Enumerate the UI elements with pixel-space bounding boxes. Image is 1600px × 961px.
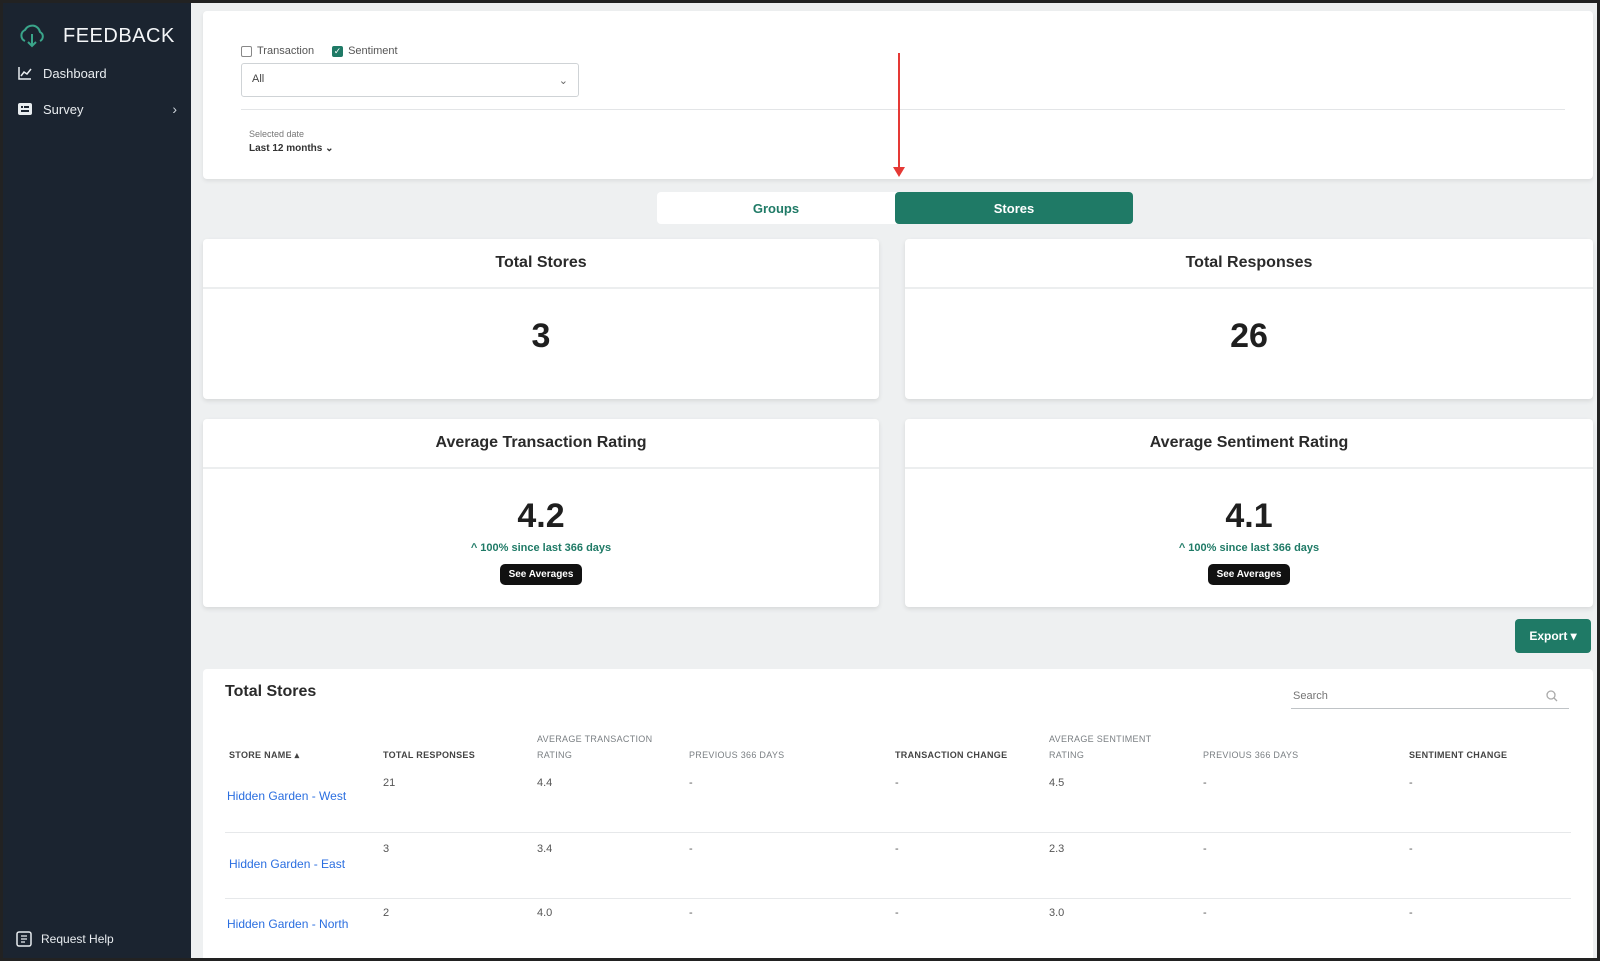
store-name-link[interactable]: Hidden Garden - East	[229, 857, 345, 871]
cell-transaction-change: -	[895, 907, 899, 919]
sidebar: FEEDBACK Dashboard Survey › Request Help	[3, 3, 191, 958]
cell-total-responses: 21	[383, 777, 396, 789]
cell-avg-sentiment: 3.0	[1049, 907, 1065, 919]
col-header-transaction-change[interactable]: TRANSACTION CHANGE	[895, 747, 1045, 763]
view-toggle: Groups Stores	[657, 192, 1133, 224]
survey-icon	[18, 103, 32, 115]
card-value: 3	[531, 317, 551, 355]
card-value: 26	[1230, 317, 1268, 355]
sidebar-item-survey[interactable]: Survey ›	[3, 91, 191, 127]
table-row: Hidden Garden - North 2 4.0 - - 3.0 - -	[225, 901, 1571, 958]
stores-table-card: Total Stores STORE NAME ▴ TOTAL RESPONSE…	[203, 669, 1593, 958]
help-document-icon	[16, 931, 32, 947]
store-name-link[interactable]: Hidden Garden - North	[227, 917, 348, 931]
cell-previous-days: -	[689, 907, 693, 919]
col-header-total-responses[interactable]: TOTAL RESPONSES	[383, 747, 533, 763]
card-title: Total Responses	[905, 239, 1593, 289]
col-header-previous-days[interactable]: PREVIOUS 366 DAYS	[1203, 747, 1353, 763]
cell-avg-sentiment: 2.3	[1049, 843, 1065, 855]
cell-previous-days: -	[1203, 843, 1207, 855]
card-title: Average Sentiment Rating	[905, 419, 1593, 469]
cell-total-responses: 2	[383, 907, 390, 919]
sentiment-checkbox[interactable]: ✓ Sentiment	[332, 45, 398, 57]
card-value: 4.2	[517, 497, 565, 535]
col-header-avg-sentiment[interactable]: AVERAGE SENTIMENT RATING	[1049, 731, 1189, 763]
sidebar-item-label: Survey	[43, 101, 84, 117]
avg-transaction-card: Average Transaction Rating 4.2 ^ 100% si…	[203, 419, 879, 607]
see-averages-button[interactable]: See Averages	[1207, 564, 1291, 585]
cell-transaction-change: -	[895, 843, 899, 855]
main-content: Transaction ✓ Sentiment All ⌄ Selected d…	[191, 3, 1597, 958]
cell-avg-transaction: 4.4	[537, 777, 553, 789]
search-icon[interactable]	[1545, 689, 1559, 703]
change-indicator: ^ 100% since last 366 days	[470, 542, 612, 554]
col-header-avg-transaction[interactable]: AVERAGE TRANSACTION RATING	[537, 731, 677, 763]
cloud-logo-icon	[20, 24, 44, 48]
see-averages-button[interactable]: See Averages	[499, 564, 583, 585]
sentiment-checkbox-label: Sentiment	[348, 45, 398, 57]
total-stores-card: Total Stores 3	[203, 239, 879, 399]
transaction-checkbox[interactable]: Transaction	[241, 45, 314, 57]
cell-previous-days: -	[1203, 907, 1207, 919]
divider	[241, 109, 1565, 110]
col-header-previous-days[interactable]: PREVIOUS 366 DAYS	[689, 747, 839, 763]
chevron-right-icon: ›	[172, 101, 177, 117]
date-picker[interactable]: Last 12 months ⌄	[249, 143, 334, 154]
request-help-link[interactable]: Request Help	[15, 930, 114, 948]
export-button[interactable]: Export ▾	[1515, 619, 1591, 653]
table-title: Total Stores	[225, 683, 317, 700]
date-label: Selected date	[249, 129, 305, 139]
cell-avg-transaction: 4.0	[537, 907, 553, 919]
tab-groups[interactable]: Groups	[657, 192, 895, 224]
card-title: Total Stores	[203, 239, 879, 289]
table-row: Hidden Garden - West 21 4.4 - - 4.5 - -	[225, 769, 1571, 833]
avg-sentiment-card: Average Sentiment Rating 4.1 ^ 100% sinc…	[905, 419, 1593, 607]
card-title: Average Transaction Rating	[203, 419, 879, 469]
rating-type-checks: Transaction ✓ Sentiment	[241, 45, 398, 57]
checkmark-icon[interactable]: ✓	[332, 45, 344, 57]
checkbox-box[interactable]	[241, 45, 252, 57]
table-row: Hidden Garden - East 3 3.4 - - 2.3 - -	[225, 835, 1571, 899]
cell-previous-days: -	[1203, 777, 1207, 789]
change-indicator: ^ 100% since last 366 days	[1178, 542, 1320, 554]
card-value: 4.1	[1225, 497, 1273, 535]
sidebar-item-dashboard[interactable]: Dashboard	[3, 55, 191, 91]
filter-select[interactable]: All ⌄	[241, 63, 579, 97]
cell-avg-transaction: 3.4	[537, 843, 553, 855]
date-value: Last 12 months	[249, 143, 323, 154]
cell-transaction-change: -	[895, 777, 899, 789]
filter-select-value: All	[252, 73, 265, 85]
cell-sentiment-change: -	[1409, 843, 1413, 855]
brand[interactable]: FEEDBACK	[3, 3, 191, 55]
cell-total-responses: 3	[383, 843, 390, 855]
cell-previous-days: -	[689, 777, 693, 789]
tab-stores[interactable]: Stores	[895, 192, 1133, 224]
cell-sentiment-change: -	[1409, 907, 1413, 919]
col-header-sentiment-change[interactable]: SENTIMENT CHANGE	[1409, 747, 1559, 763]
brand-name: FEEDBACK	[63, 24, 175, 47]
cell-previous-days: -	[689, 843, 693, 855]
annotation-arrow-line	[898, 53, 900, 171]
col-header-store-name[interactable]: STORE NAME ▴	[229, 747, 379, 763]
line-chart-icon	[18, 67, 32, 80]
request-help-label: Request Help	[41, 932, 114, 946]
total-responses-card: Total Responses 26	[905, 239, 1593, 399]
cell-sentiment-change: -	[1409, 777, 1413, 789]
app-window: FEEDBACK Dashboard Survey › Request Help…	[0, 0, 1600, 961]
store-name-link[interactable]: Hidden Garden - West	[227, 789, 346, 803]
annotation-arrow-head	[893, 167, 905, 177]
cell-avg-sentiment: 4.5	[1049, 777, 1065, 789]
search-input[interactable]	[1291, 683, 1569, 709]
transaction-checkbox-label: Transaction	[257, 45, 315, 57]
sidebar-item-label: Dashboard	[43, 65, 107, 81]
chevron-down-icon: ⌄	[558, 75, 568, 87]
